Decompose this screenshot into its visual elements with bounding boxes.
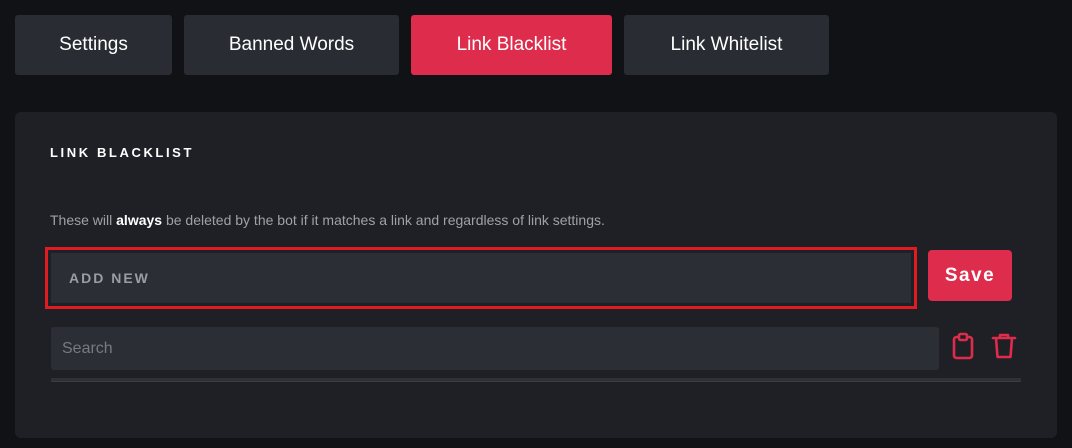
trash-icon-glyph [991,333,1017,359]
trash-icon[interactable] [990,331,1018,361]
tab-settings-label: Settings [59,34,128,55]
panel-title: LINK BLACKLIST [50,145,194,160]
clipboard-icon[interactable] [949,331,977,361]
tab-settings[interactable]: Settings [15,15,172,75]
add-new-input[interactable] [51,253,911,303]
list-divider [51,378,1021,382]
save-button[interactable]: Save [928,250,1012,301]
tab-link-blacklist-label: Link Blacklist [456,34,567,55]
tab-link-whitelist-label: Link Whitelist [670,34,783,55]
tab-banned-words[interactable]: Banned Words [184,15,399,75]
panel-description: These will always be deleted by the bot … [50,212,605,228]
description-emphasis: always [116,212,163,228]
tab-banned-words-label: Banned Words [228,34,355,55]
description-text-after: be deleted by the bot if it matches a li… [162,212,605,228]
link-blacklist-panel: LINK BLACKLIST These will always be dele… [15,112,1057,438]
tab-link-blacklist[interactable]: Link Blacklist [411,15,612,75]
add-new-highlight [45,247,917,309]
search-input[interactable] [51,327,939,370]
description-text-before: These will [50,212,117,228]
clipboard-icon-glyph [952,332,974,360]
app-root: Settings Banned Words Link Blacklist Lin… [0,0,1072,448]
tab-link-whitelist[interactable]: Link Whitelist [624,15,829,75]
